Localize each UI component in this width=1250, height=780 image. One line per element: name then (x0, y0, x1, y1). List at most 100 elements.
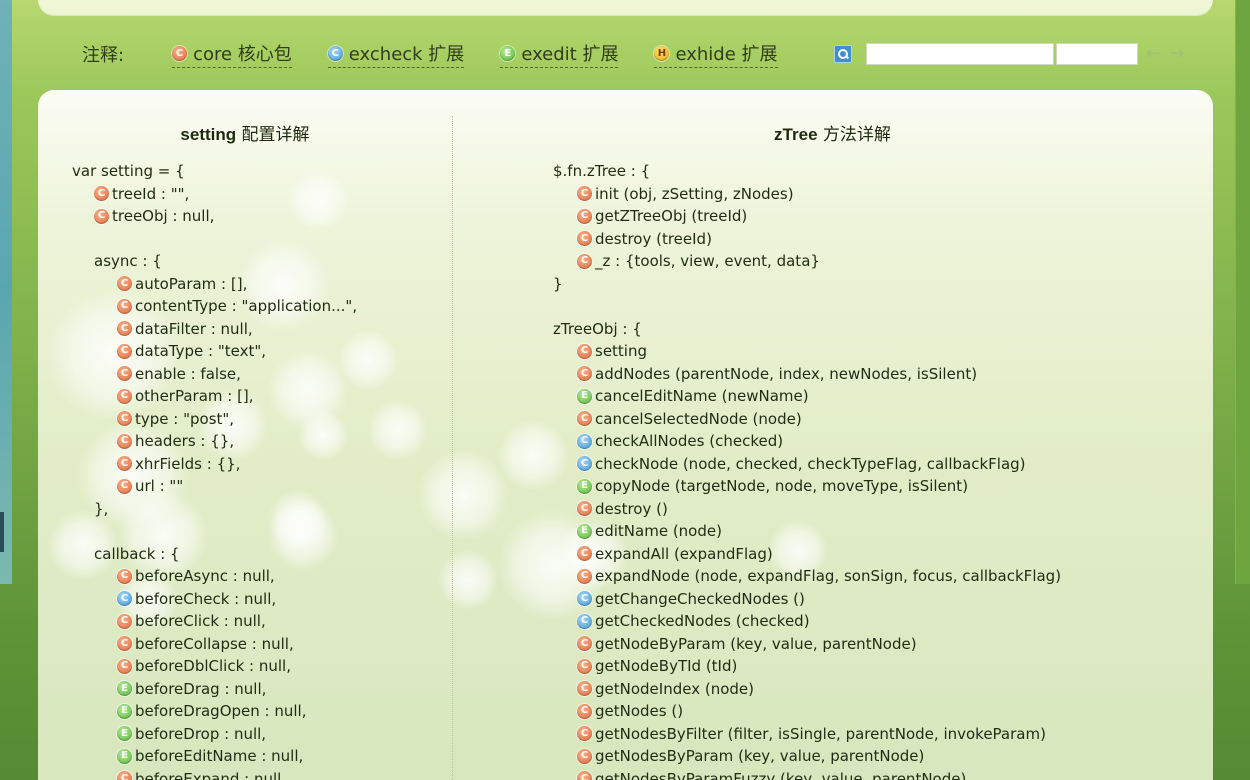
fn-method-text: destroy (treeId) (595, 229, 712, 248)
obj-method-text: getNodesByFilter (filter, isSingle, pare… (595, 724, 1046, 743)
setting-item[interactable]: CtreeObj : null, (72, 205, 357, 228)
callback-item[interactable]: CbeforeAsync : null, (72, 565, 357, 588)
obj-method[interactable]: CexpandAll (expandFlag) (553, 543, 1061, 566)
search-icon[interactable] (834, 45, 852, 63)
obj-method[interactable]: CgetCheckedNodes (checked) (553, 610, 1061, 633)
legend-item-core[interactable]: Ccore 核心包 (172, 40, 292, 68)
search-input[interactable] (866, 43, 1054, 65)
hide-badge-icon: H (654, 45, 670, 61)
callback-item[interactable]: CbeforeClick : null, (72, 610, 357, 633)
async-item[interactable]: Cenable : false, (72, 363, 357, 386)
setting-item-text: treeId : "", (112, 184, 190, 203)
callback-item[interactable]: CbeforeExpand : null, (72, 768, 357, 780)
core-badge-icon: C (117, 613, 132, 629)
legend-item-check[interactable]: Cexcheck 扩展 (327, 40, 465, 68)
callback-item[interactable]: EbeforeEditName : null, (72, 745, 357, 768)
obj-method[interactable]: EcopyNode (targetNode, node, moveType, i… (553, 475, 1061, 498)
obj-open: zTreeObj : { (553, 318, 1061, 341)
obj-method[interactable]: CcheckNode (node, checked, checkTypeFlag… (553, 453, 1061, 476)
core-badge-icon: C (577, 186, 592, 202)
core-badge-icon: C (117, 343, 132, 359)
search-input-secondary[interactable] (1056, 43, 1138, 65)
fn-method[interactable]: CgetZTreeObj (treeId) (553, 205, 1061, 228)
core-badge-icon: C (94, 208, 109, 224)
async-item-text: xhrFields : {}, (135, 454, 241, 473)
callback-item[interactable]: EbeforeDragOpen : null, (72, 700, 357, 723)
async-close-text: }, (94, 499, 109, 518)
obj-method-text: editName (node) (595, 522, 722, 540)
obj-method-text: destroy () (595, 499, 668, 518)
obj-method[interactable]: Csetting (553, 340, 1061, 363)
callback-item-text: beforeClick : null, (135, 612, 266, 630)
callback-item-text: beforeDblClick : null, (135, 657, 291, 675)
legend-item-hide[interactable]: Hexhide 扩展 (654, 40, 778, 68)
callback-item[interactable]: CbeforeCheck : null, (72, 588, 357, 611)
callback-item[interactable]: EbeforeDrop : null, (72, 723, 357, 746)
fn-method[interactable]: Cinit (obj, zSetting, zNodes) (553, 183, 1061, 206)
methods-title: zTree 方法详解 (452, 120, 1213, 145)
async-open-text: async : { (94, 252, 162, 270)
obj-method-text: checkAllNodes (checked) (595, 432, 784, 450)
core-badge-icon: C (577, 658, 592, 674)
obj-method[interactable]: CgetNodesByParamFuzzy (key, value, paren… (553, 768, 1061, 780)
obj-method[interactable]: CgetNodeByParam (key, value, parentNode) (553, 633, 1061, 656)
async-item-text: enable : false, (135, 364, 241, 383)
async-item[interactable]: CxhrFields : {}, (72, 453, 357, 476)
core-badge-icon: C (577, 366, 592, 382)
obj-method[interactable]: EeditName (node) (553, 520, 1061, 543)
async-item[interactable]: CdataFilter : null, (72, 318, 357, 341)
prev-arrow-icon[interactable]: ← (1146, 45, 1161, 63)
obj-method[interactable]: CcancelSelectedNode (node) (553, 408, 1061, 431)
obj-method[interactable]: CexpandNode (node, expandFlag, sonSign, … (553, 565, 1061, 588)
fn-method[interactable]: C _z : {tools, view, event, data} (553, 250, 1061, 273)
async-item[interactable]: CdataType : "text", (72, 340, 357, 363)
core-badge-icon: C (117, 298, 132, 314)
obj-method-text: cancelEditName (newName) (595, 387, 809, 405)
obj-method[interactable]: CgetNodeByTId (tId) (553, 655, 1061, 678)
core-badge-icon: C (117, 411, 132, 427)
obj-method[interactable]: CaddNodes (parentNode, index, newNodes, … (553, 363, 1061, 386)
obj-method-text: addNodes (parentNode, index, newNodes, i… (595, 364, 978, 383)
obj-method-text: setting (595, 342, 648, 360)
obj-method[interactable]: CgetNodeIndex (node) (553, 678, 1061, 701)
edit-badge-icon: E (117, 726, 132, 742)
methods-title-bold: zTree (774, 125, 818, 144)
obj-method-text: copyNode (targetNode, node, moveType, is… (595, 477, 969, 495)
obj-method[interactable]: CgetChangeCheckedNodes () (553, 588, 1061, 611)
legend-item-text: core 核心包 (193, 44, 292, 65)
legend-item-text: exedit 扩展 (521, 44, 619, 65)
obj-method-text: getNodeIndex (node) (595, 679, 754, 698)
core-badge-icon: C (117, 321, 132, 337)
callback-item[interactable]: CbeforeCollapse : null, (72, 633, 357, 656)
async-item[interactable]: CautoParam : [], (72, 273, 357, 296)
obj-method[interactable]: CgetNodesByParam (key, value, parentNode… (553, 745, 1061, 768)
next-arrow-icon[interactable]: → (1169, 45, 1184, 63)
edit-badge-icon: E (117, 681, 132, 697)
async-item[interactable]: Curl : "" (72, 475, 357, 498)
setting-title-rest: 配置详解 (236, 125, 310, 145)
callback-item[interactable]: CbeforeDblClick : null, (72, 655, 357, 678)
setting-item[interactable]: CtreeId : "", (72, 183, 357, 206)
async-item[interactable]: CcontentType : "application...", (72, 295, 357, 318)
core-badge-icon: C (577, 636, 592, 652)
obj-method[interactable]: CcheckAllNodes (checked) (553, 430, 1061, 453)
right-scroll-strip (1235, 0, 1250, 584)
obj-method[interactable]: EcancelEditName (newName) (553, 385, 1061, 408)
legend-item-edit[interactable]: Eexedit 扩展 (500, 40, 619, 68)
async-item[interactable]: Cheaders : {}, (72, 430, 357, 453)
fn-method[interactable]: Cdestroy (treeId) (553, 228, 1061, 251)
async-open: async : { (72, 250, 357, 273)
check-badge-icon: C (577, 433, 592, 449)
column-divider (452, 116, 453, 780)
obj-method[interactable]: CgetNodesByFilter (filter, isSingle, par… (553, 723, 1061, 746)
setting-item-text: treeObj : null, (112, 207, 215, 225)
async-item[interactable]: CotherParam : [], (72, 385, 357, 408)
obj-method[interactable]: CgetNodes () (553, 700, 1061, 723)
obj-method[interactable]: Cdestroy () (553, 498, 1061, 521)
async-item-text: url : "" (135, 477, 184, 495)
fn-method-text: init (obj, zSetting, zNodes) (595, 184, 794, 203)
async-item[interactable]: Ctype : "post", (72, 408, 357, 431)
callback-item-text: beforeCheck : null, (135, 589, 277, 608)
async-item-text: dataType : "text", (135, 342, 267, 360)
callback-item[interactable]: EbeforeDrag : null, (72, 678, 357, 701)
